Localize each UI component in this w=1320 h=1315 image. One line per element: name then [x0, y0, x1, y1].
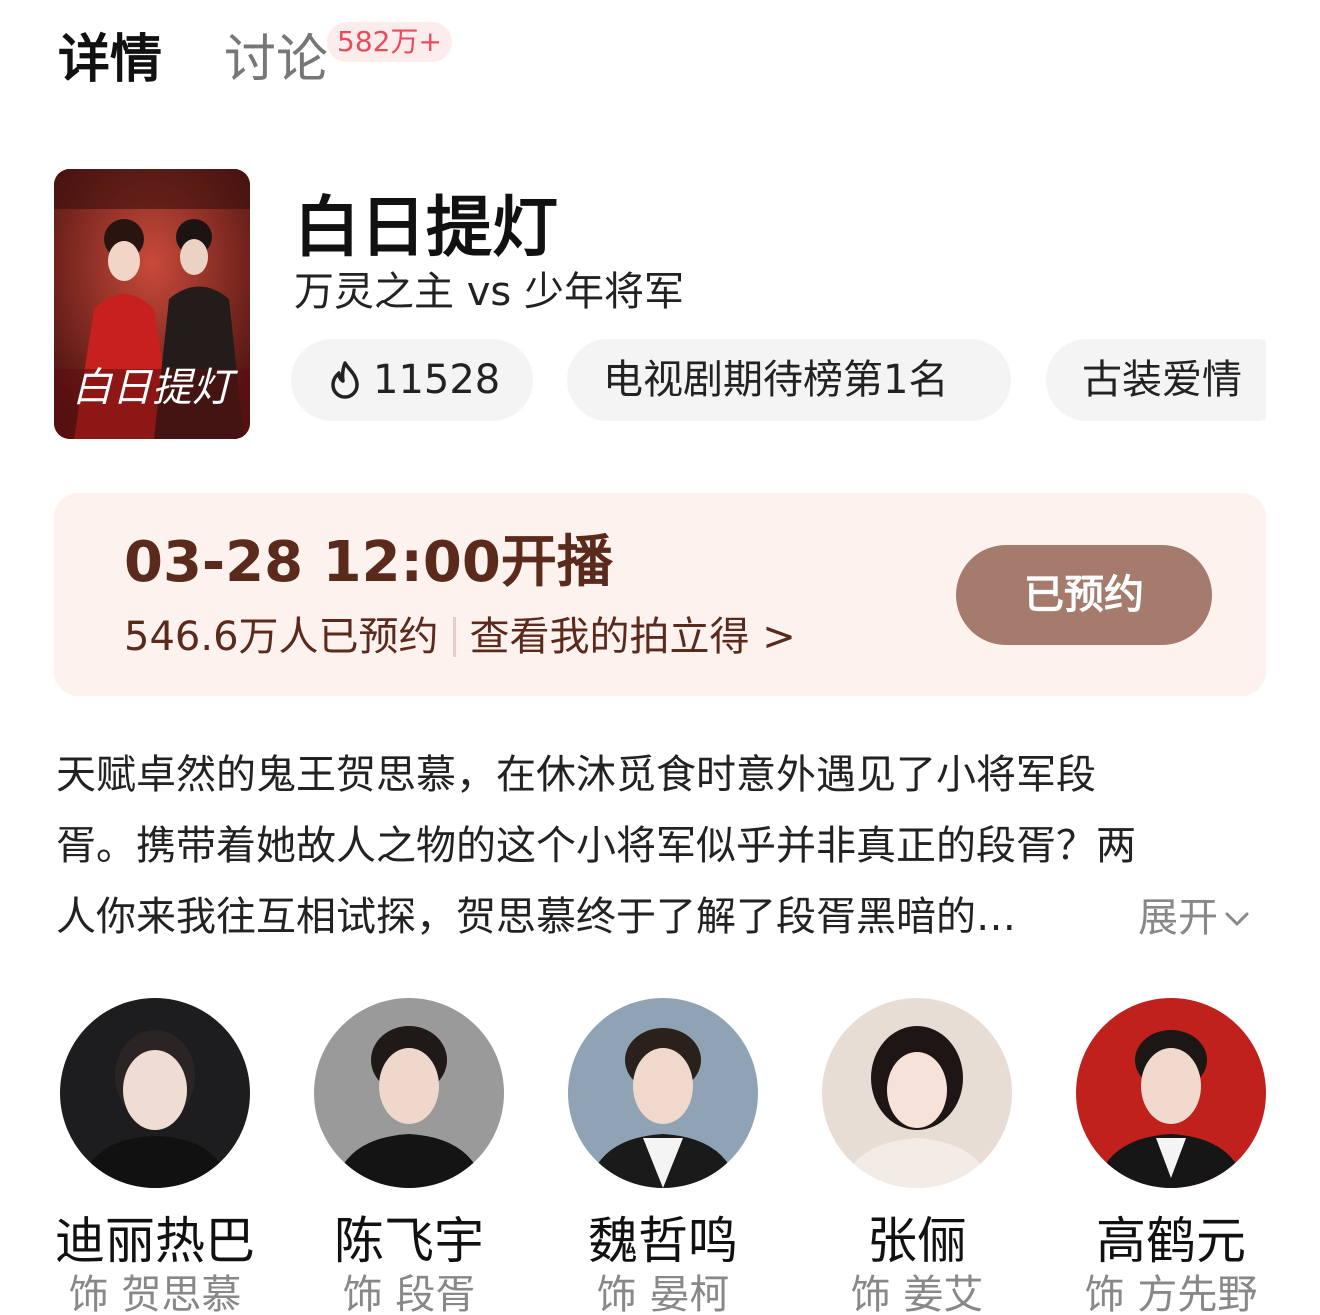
air-time: 03-28 12:00开播	[124, 530, 613, 595]
avatar	[822, 998, 1012, 1188]
cast-name: 高鹤元	[1096, 1212, 1246, 1270]
synopsis-line: 人你来我往互相试探，贺思慕终于了解了段胥黑暗的…	[56, 894, 1016, 940]
show-subtitle: 万灵之主 vs 少年将军	[294, 269, 684, 315]
avatar	[60, 998, 250, 1188]
synopsis: 天赋卓然的鬼王贺思慕，在休沐觅食时意外遇见了小将军段 胥。携带着她故人之物的这个…	[56, 740, 1236, 953]
heat-value: 11528	[373, 357, 501, 403]
avatar	[314, 998, 504, 1188]
heat-chip[interactable]: 11528	[291, 339, 533, 421]
cast-name: 迪丽热巴	[55, 1212, 255, 1270]
cast-role: 饰 姜艾	[850, 1272, 984, 1315]
discussion-count-badge: 582万+	[327, 22, 452, 62]
show-title: 白日提灯	[294, 189, 558, 266]
avatar	[1076, 998, 1266, 1188]
tab-discussion[interactable]: 讨论	[224, 28, 328, 92]
poster-title-text: 白日提灯	[72, 365, 239, 411]
chevron-down-icon	[1225, 912, 1249, 925]
expand-label: 展开	[1138, 895, 1218, 941]
cast-name: 张俪	[867, 1212, 967, 1270]
polaroid-link[interactable]: 查看我的拍立得 >	[470, 611, 796, 663]
ranking-label: 电视剧期待榜第1名	[603, 357, 949, 403]
genre-label: 古装爱情	[1082, 357, 1242, 403]
expand-synopsis-button[interactable]: 展开	[1138, 883, 1250, 954]
tag-chip-row: 11528 电视剧期待榜第1名 古装爱情	[291, 339, 1266, 421]
reservation-info: 546.6万人已预约 查看我的拍立得 >	[124, 611, 796, 663]
ranking-chip[interactable]: 电视剧期待榜第1名	[567, 339, 1011, 421]
flame-icon	[331, 361, 359, 399]
genre-chip[interactable]: 古装爱情	[1046, 339, 1266, 421]
reservation-card: 03-28 12:00开播 546.6万人已预约 查看我的拍立得 > 已预约	[54, 493, 1266, 696]
show-detail-page: 详情 讨论 582万+ 白日提灯 白日提灯 万灵之主 vs 少年将军 11528…	[0, 0, 1320, 1315]
synopsis-line: 胥。携带着她故人之物的这个小将军似乎并非真正的段胥？两	[56, 823, 1136, 869]
synopsis-line: 天赋卓然的鬼王贺思慕，在休沐觅食时意外遇见了小将军段	[56, 752, 1096, 798]
reserved-button[interactable]: 已预约	[956, 545, 1212, 645]
cast-role: 饰 贺思慕	[68, 1272, 242, 1315]
cast-role: 饰 方先野	[1084, 1272, 1258, 1315]
avatar	[568, 998, 758, 1188]
cast-name: 魏哲鸣	[588, 1212, 738, 1270]
cast-role: 饰 晏柯	[596, 1272, 730, 1315]
tab-details[interactable]: 详情	[58, 28, 162, 92]
cast-role: 饰 段胥	[342, 1272, 476, 1315]
divider	[452, 617, 456, 657]
reserved-count: 546.6万人已预约	[124, 614, 439, 660]
cast-name: 陈飞宇	[334, 1212, 484, 1270]
show-poster[interactable]: 白日提灯	[54, 169, 250, 439]
